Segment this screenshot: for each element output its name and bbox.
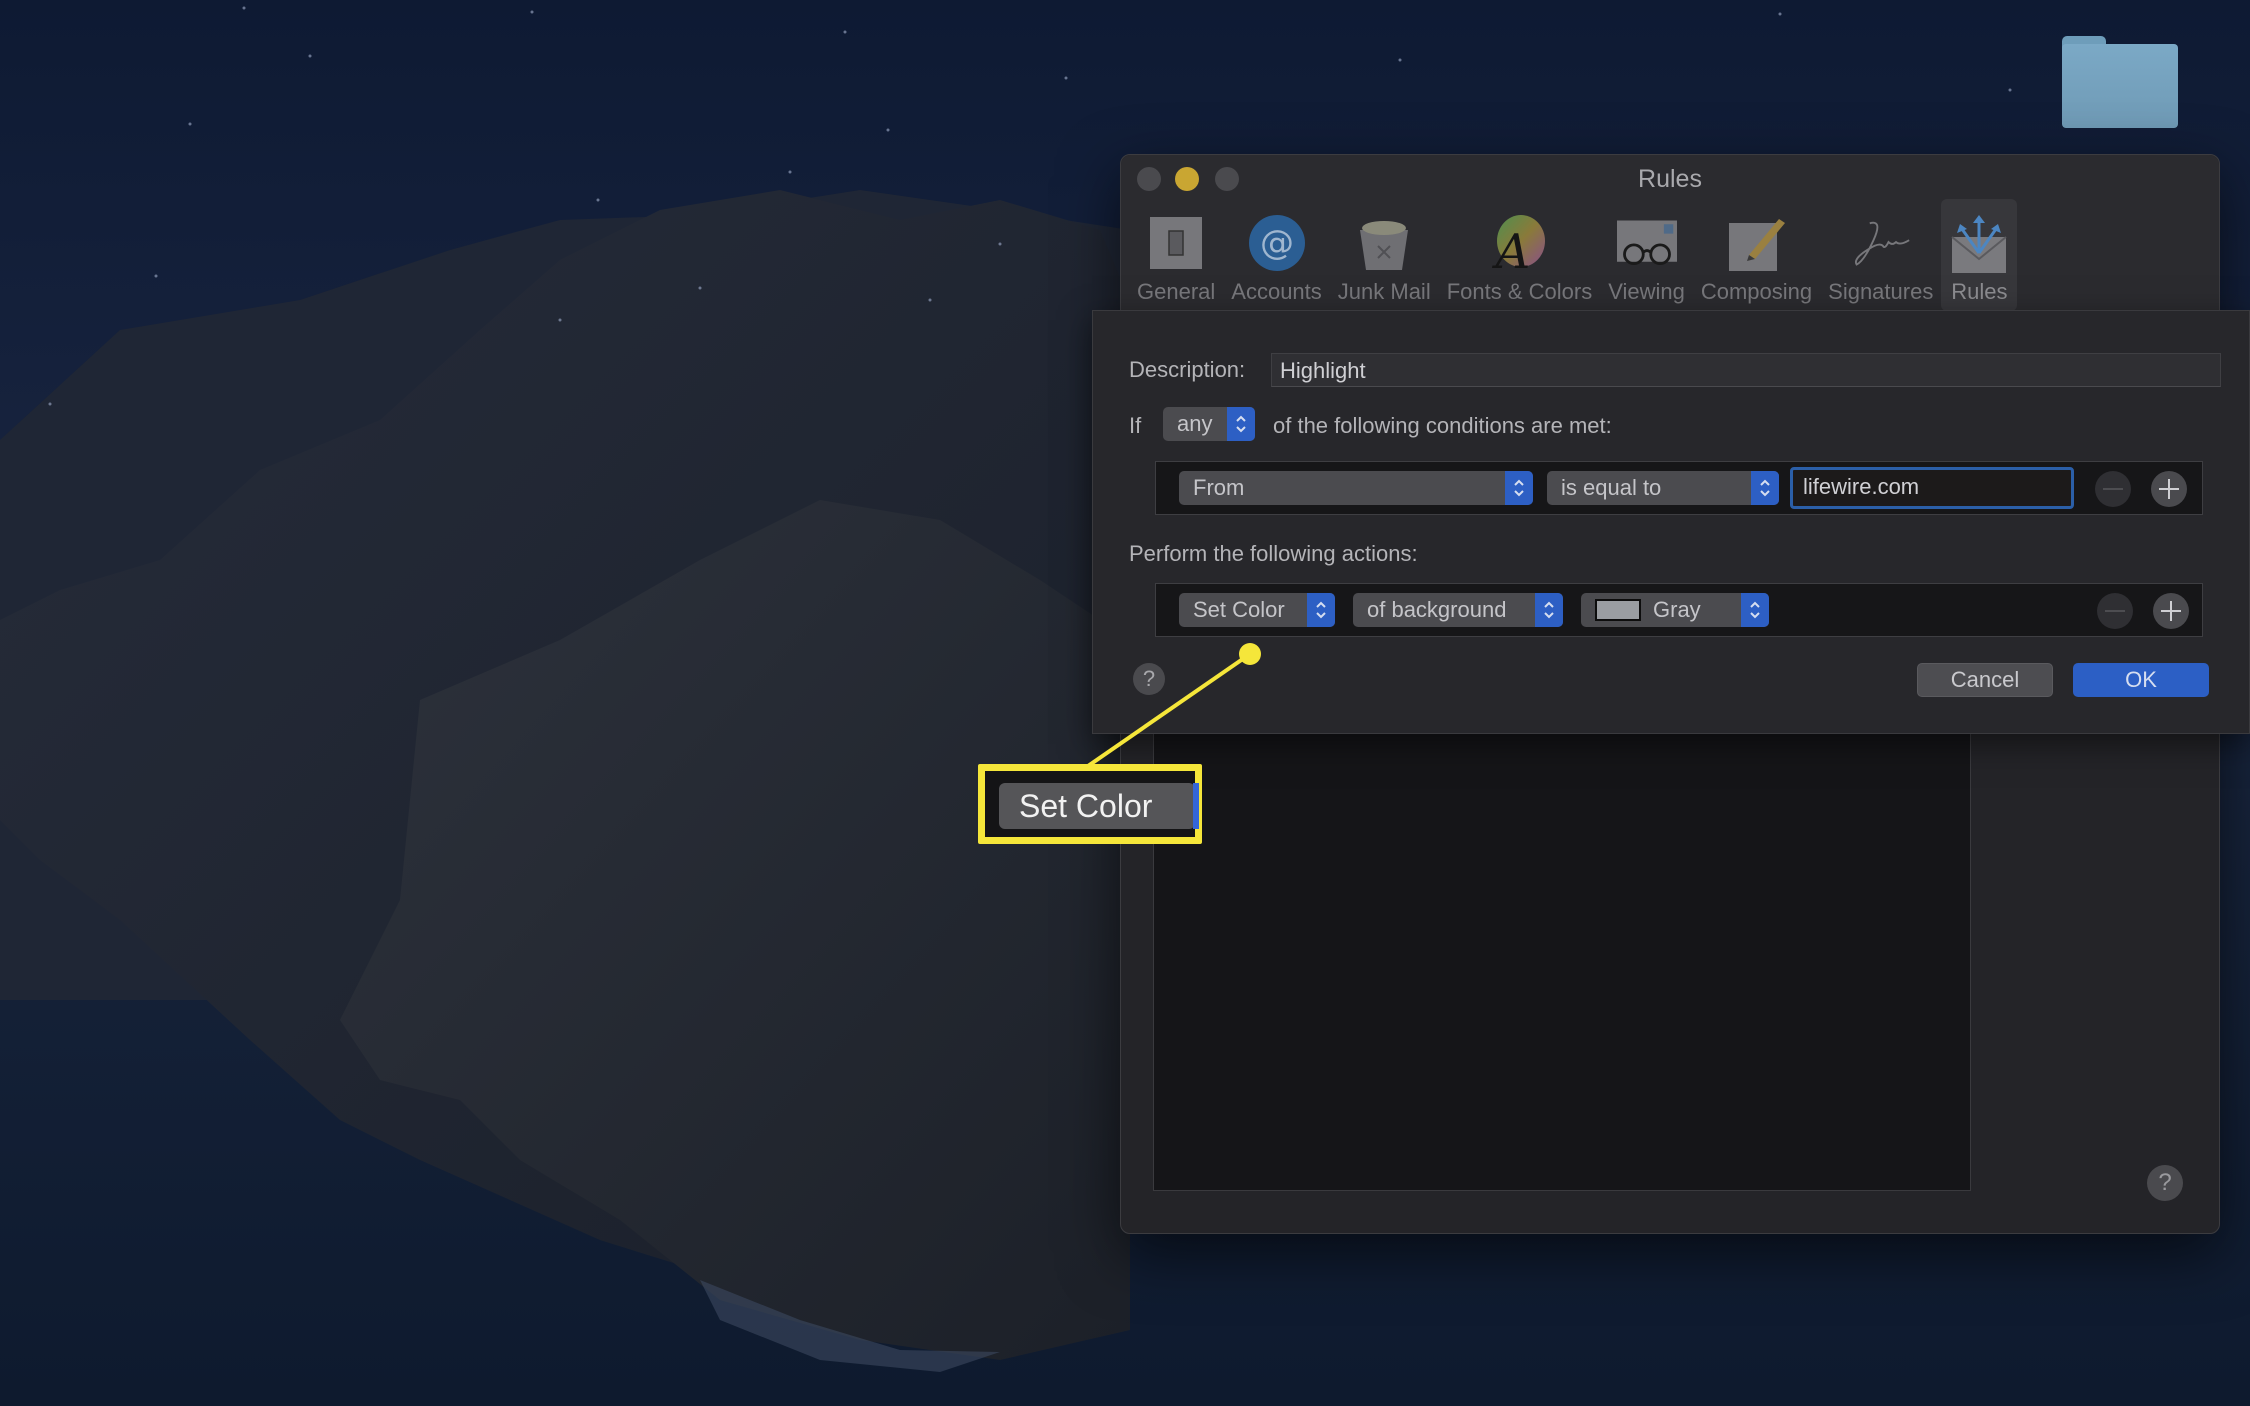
rule-edit-sheet: Description: Highlight If any of the fol… [1092, 310, 2250, 734]
add-action-button[interactable] [2153, 593, 2189, 629]
updown-chevron-icon [1227, 407, 1255, 441]
tab-viewing[interactable]: Viewing [1600, 199, 1693, 311]
updown-chevron-icon [1307, 593, 1335, 627]
window-titlebar: Rules General @ Accounts Junk Mail A Fon… [1121, 155, 2219, 315]
window-title: Rules [1638, 165, 1702, 193]
signature-icon [1851, 213, 1911, 273]
description-input[interactable]: Highlight [1271, 353, 2221, 387]
color-choice-popup[interactable]: Gray [1581, 593, 1769, 627]
trash-bin-icon [1354, 213, 1414, 273]
minus-icon [2103, 488, 2123, 490]
color-target-popup[interactable]: of background [1353, 593, 1563, 627]
tab-label: Accounts [1231, 279, 1322, 304]
cancel-button[interactable]: Cancel [1917, 663, 2053, 697]
help-button[interactable]: ? [2147, 1165, 2183, 1201]
if-label: If [1129, 413, 1142, 438]
popup-value: is equal to [1561, 475, 1662, 500]
ok-button[interactable]: OK [2073, 663, 2209, 697]
popup-value: of background [1367, 597, 1507, 622]
updown-chevron-icon [1751, 471, 1779, 505]
description-label: Description: [1129, 357, 1246, 382]
glasses-envelope-icon [1616, 213, 1677, 273]
callout-text: Set Color [1019, 787, 1153, 824]
envelope-arrows-icon [1949, 213, 2009, 273]
tab-general[interactable]: General [1129, 199, 1223, 311]
match-any-all-popup[interactable]: any [1163, 407, 1255, 441]
sheet-help-button[interactable]: ? [1133, 663, 1165, 695]
popup-value: Set Color [1193, 597, 1285, 622]
popup-value: From [1193, 475, 1245, 500]
callout-popup-edge [1193, 783, 1199, 829]
switch-icon [1146, 213, 1206, 273]
callout-set-color-label: Set Color [999, 783, 1199, 829]
at-sign-icon: @ [1247, 213, 1307, 273]
color-swatch [1595, 599, 1641, 621]
tab-signatures[interactable]: Signatures [1820, 199, 1941, 311]
add-condition-button[interactable] [2151, 471, 2187, 507]
condition-value-input[interactable]: lifewire.com [1790, 467, 2074, 509]
updown-chevron-icon [1535, 593, 1563, 627]
desktop-folder-icon[interactable] [2060, 34, 2180, 128]
minus-icon [2105, 610, 2125, 612]
condition-operator-popup[interactable]: is equal to [1547, 471, 1779, 505]
tab-label: Viewing [1608, 279, 1685, 304]
tab-composing[interactable]: Composing [1693, 199, 1820, 311]
actions-label: Perform the following actions: [1129, 541, 1418, 566]
action-type-popup[interactable]: Set Color [1179, 593, 1335, 627]
conditions-label: of the following conditions are met: [1273, 413, 1612, 438]
svg-text:A: A [1492, 224, 1531, 272]
color-wheel-font-icon: A [1489, 213, 1549, 273]
tab-fonts-colors[interactable]: A Fonts & Colors [1439, 199, 1601, 311]
pencil-paper-icon [1727, 213, 1787, 273]
tab-label: Junk Mail [1337, 279, 1431, 304]
folder-body [2062, 44, 2178, 128]
updown-chevron-icon [1741, 593, 1769, 627]
tab-junk-mail[interactable]: Junk Mail [1330, 199, 1439, 311]
popup-value: Gray [1653, 597, 1701, 622]
updown-chevron-icon [1505, 471, 1533, 505]
tab-accounts[interactable]: @ Accounts [1223, 199, 1330, 311]
tab-label: General [1137, 279, 1216, 304]
tab-label: Fonts & Colors [1446, 279, 1593, 304]
tab-label: Rules [1951, 279, 2008, 304]
remove-action-button[interactable] [2097, 593, 2133, 629]
tab-label: Signatures [1828, 279, 1934, 304]
preferences-toolbar: General @ Accounts Junk Mail A Fonts & C… [1129, 199, 2018, 311]
rules-list[interactable] [1153, 725, 1971, 1191]
tab-rules[interactable]: Rules [1941, 199, 2018, 311]
svg-text:@: @ [1260, 223, 1294, 263]
callout-zoom-box: Set Color [978, 764, 1202, 844]
popup-value: any [1177, 411, 1213, 436]
tab-label: Composing [1700, 279, 1813, 304]
condition-field-popup[interactable]: From [1179, 471, 1533, 505]
remove-condition-button[interactable] [2095, 471, 2131, 507]
